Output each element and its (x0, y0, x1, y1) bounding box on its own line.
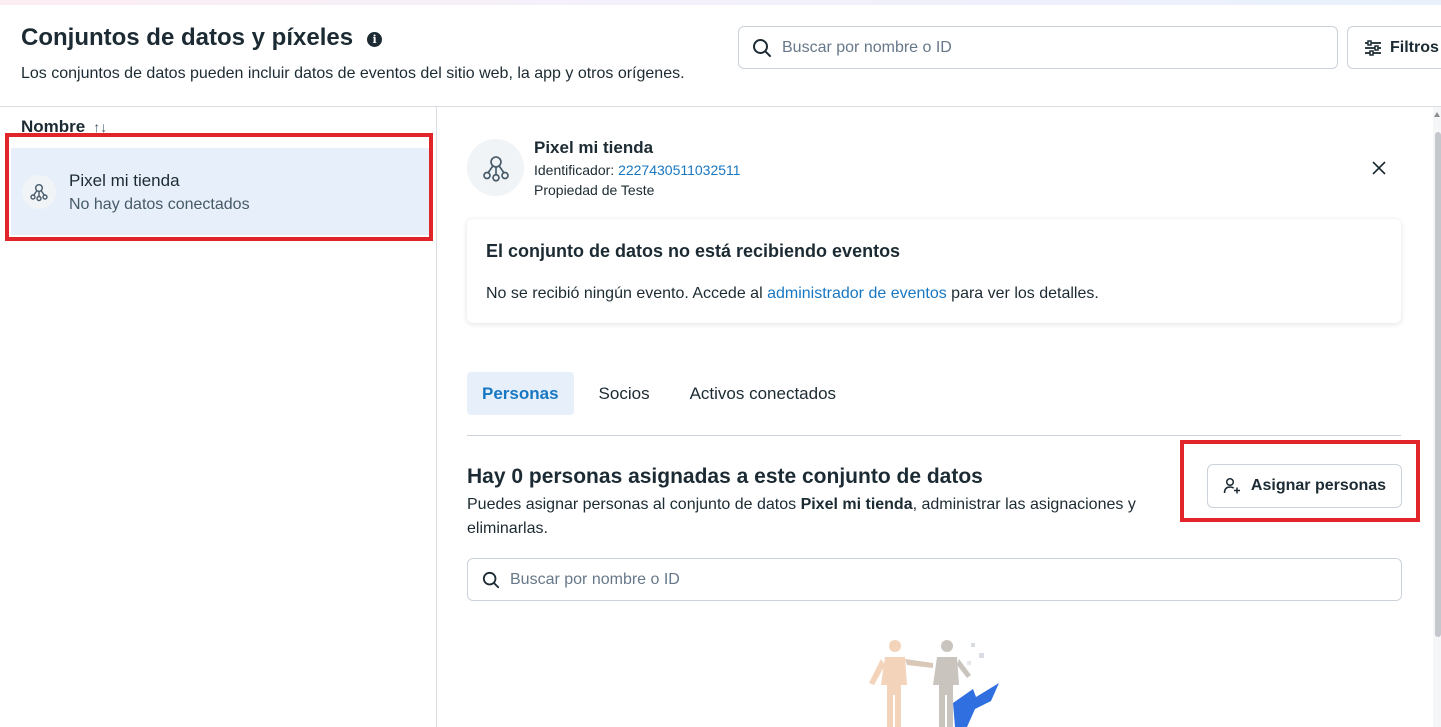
detail-tabs: Personas Socios Activos conectados (467, 372, 861, 415)
events-manager-link[interactable]: administrador de eventos (767, 285, 947, 302)
assigned-people-title: Hay 0 personas asignadas a este conjunto… (467, 465, 983, 488)
assigned-people-description: Puedes asignar personas al conjunto de d… (467, 493, 1187, 541)
no-events-alert: El conjunto de datos no está recibiendo … (467, 219, 1401, 323)
info-icon[interactable]: i (367, 31, 383, 47)
assign-desc-dataset: Pixel mi tienda (800, 496, 913, 513)
empty-state-people-illustration (869, 640, 999, 727)
close-icon (1372, 161, 1386, 175)
detail-property: Propiedad de Teste (534, 182, 655, 198)
page-title: Conjuntos de datos y píxeles i (21, 24, 383, 52)
detail-identifier: Identificador: 2227430511032511 (534, 162, 741, 178)
tab-personas[interactable]: Personas (467, 372, 574, 415)
search-input[interactable]: Buscar por nombre o ID (738, 26, 1338, 69)
tab-activos-conectados[interactable]: Activos conectados (675, 372, 851, 415)
people-search-input[interactable]: Buscar por nombre o ID (467, 558, 1402, 601)
assign-desc-start: Puedes asignar personas al conjunto de d… (467, 496, 801, 513)
dataset-network-icon (482, 155, 509, 182)
sliders-icon (1365, 39, 1381, 56)
detail-avatar (467, 139, 524, 196)
top-gradient-bar (0, 0, 1441, 5)
alert-title: El conjunto de datos no está recibiendo … (486, 241, 901, 261)
dataset-detail-panel: Pixel mi tienda Identificador: 222743051… (438, 107, 1433, 727)
people-search-placeholder: Buscar por nombre o ID (510, 570, 680, 588)
tabs-divider (467, 435, 1401, 436)
search-icon (753, 38, 771, 57)
highlight-box-dataset-item (5, 133, 433, 241)
scroll-up-arrow[interactable] (1434, 112, 1440, 117)
search-placeholder: Buscar por nombre o ID (782, 38, 952, 56)
filters-label: Filtros (1390, 38, 1439, 56)
highlight-box-assign-button (1180, 440, 1420, 522)
page-subtitle: Los conjuntos de datos pueden incluir da… (21, 65, 685, 82)
identifier-value[interactable]: 2227430511032511 (618, 162, 741, 178)
filters-button[interactable]: Filtros (1347, 26, 1441, 69)
scrollbar-thumb[interactable] (1435, 132, 1441, 637)
close-button[interactable] (1368, 157, 1390, 179)
tab-socios[interactable]: Socios (584, 372, 665, 415)
detail-dataset-name: Pixel mi tienda (534, 138, 654, 157)
alert-body-end: para ver los detalles. (946, 285, 1099, 302)
alert-body-text: No se recibió ningún evento. Accede al (486, 285, 768, 302)
identifier-label: Identificador: (534, 162, 619, 178)
search-icon (482, 571, 500, 588)
alert-body: No se recibió ningún evento. Accede al a… (486, 285, 1099, 303)
page-title-text: Conjuntos de datos y píxeles (21, 24, 354, 51)
